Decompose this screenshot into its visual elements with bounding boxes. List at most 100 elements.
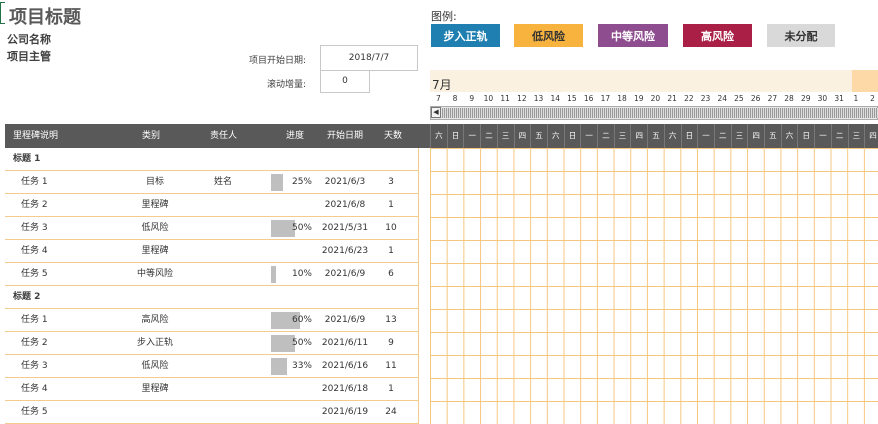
weekday-label: 一 <box>580 124 597 148</box>
section-title[interactable]: 标题 2 <box>13 286 40 308</box>
task-name[interactable]: 任务 4 <box>21 378 48 400</box>
day-number: 24 <box>717 94 727 103</box>
task-category[interactable]: 里程碑 <box>123 194 187 216</box>
task-start-date[interactable]: 2021/6/18 <box>317 378 373 400</box>
task-days[interactable]: 1 <box>377 378 405 400</box>
scroll-left-button[interactable]: ◀ <box>431 107 441 118</box>
task-name[interactable]: 任务 1 <box>21 171 48 193</box>
project-manager[interactable]: 项目主管 <box>7 48 51 64</box>
table-row: 任务 4 里程碑 2021/6/18 1 <box>5 378 418 401</box>
weekday-label: 日 <box>446 124 464 148</box>
start-date-label: 项目开始日期: <box>248 56 306 66</box>
task-name[interactable]: 任务 5 <box>21 263 48 285</box>
page-title[interactable]: 项目标题 <box>9 3 81 29</box>
task-start-date[interactable]: 2021/6/3 <box>317 171 373 193</box>
weekday-label: 二 <box>713 124 731 148</box>
weekday-label: 一 <box>697 124 714 148</box>
weekday-label: 二 <box>480 124 497 148</box>
task-start-date[interactable]: 2021/6/8 <box>317 194 373 216</box>
task-progress[interactable]: 60% <box>280 309 312 331</box>
task-start-date[interactable]: 2021/6/19 <box>317 401 373 423</box>
task-progress[interactable]: 50% <box>280 332 312 354</box>
weekday-label: 日 <box>680 124 698 148</box>
scroll-increment-input[interactable]: 0 <box>320 70 370 93</box>
legend-item: 中等风险 <box>598 24 668 47</box>
task-category[interactable]: 高风险 <box>123 309 187 331</box>
col-header-owner: 责任人 <box>210 131 238 141</box>
month-band <box>430 70 878 92</box>
day-number: 14 <box>550 94 560 103</box>
task-name[interactable]: 任务 4 <box>21 240 48 262</box>
weekday-label: 六 <box>430 124 447 148</box>
task-category[interactable]: 低风险 <box>123 217 187 239</box>
day-number: 17 <box>600 94 611 103</box>
task-days[interactable]: 6 <box>377 263 405 285</box>
task-name[interactable]: 任务 5 <box>21 401 48 423</box>
task-start-date[interactable]: 2021/5/31 <box>317 217 373 239</box>
day-number: 21 <box>667 94 677 103</box>
weekday-label: 六 <box>780 124 798 148</box>
task-days[interactable]: 11 <box>377 355 405 377</box>
day-number: 16 <box>583 94 594 103</box>
task-start-date[interactable]: 2021/6/16 <box>317 355 373 377</box>
timeline-scroll-thumb[interactable] <box>442 108 878 118</box>
start-date-input[interactable]: 2018/7/7 <box>320 45 418 71</box>
table-row: 任务 2 里程碑 2021/6/8 1 <box>5 194 418 217</box>
task-start-date[interactable]: 2021/6/23 <box>317 240 373 262</box>
task-days[interactable]: 1 <box>377 194 405 216</box>
day-number: 13 <box>533 94 544 103</box>
weekday-label: 三 <box>613 124 631 148</box>
task-progress[interactable]: 10% <box>280 263 312 285</box>
task-category[interactable]: 里程碑 <box>123 240 187 262</box>
task-days[interactable]: 3 <box>377 171 405 193</box>
table-row: 任务 1 目标 姓名 25% 2021/6/3 3 <box>5 171 418 194</box>
task-progress[interactable] <box>280 194 312 216</box>
legend-item: 低风险 <box>514 24 583 47</box>
task-category[interactable]: 低风险 <box>123 355 187 377</box>
day-number: 31 <box>834 94 844 103</box>
weekday-label: 五 <box>647 124 664 148</box>
day-number: 30 <box>817 94 828 103</box>
section-row: 标题 1 <box>5 148 418 171</box>
weekday-label: 一 <box>463 124 480 148</box>
task-start-date[interactable]: 2021/6/9 <box>317 263 373 285</box>
task-progress[interactable] <box>280 378 312 400</box>
task-days[interactable]: 10 <box>377 217 405 239</box>
task-name[interactable]: 任务 1 <box>21 309 48 331</box>
task-progress[interactable]: 33% <box>280 355 312 377</box>
task-days[interactable]: 24 <box>377 401 405 423</box>
company-name[interactable]: 公司名称 <box>7 31 51 47</box>
task-category[interactable] <box>123 401 187 423</box>
task-progress[interactable]: 25% <box>280 171 312 193</box>
day-number: 11 <box>500 94 510 103</box>
legend-item: 步入正轨 <box>431 24 500 47</box>
task-progress[interactable]: 50% <box>280 217 312 239</box>
gantt-grid[interactable] <box>430 148 878 424</box>
task-category[interactable]: 中等风险 <box>123 263 187 285</box>
task-days[interactable]: 1 <box>377 240 405 262</box>
day-number-row: 7 8 9 10 11 12 13 14 15 16 17 18 19 20 21 22 23 24 25 26 27 2… <box>430 93 878 104</box>
section-title[interactable]: 标题 1 <box>13 148 40 170</box>
task-progress[interactable] <box>280 401 312 423</box>
task-name[interactable]: 任务 2 <box>21 194 48 216</box>
day-number: 23 <box>700 94 711 103</box>
task-owner[interactable]: 姓名 <box>214 171 232 193</box>
section-row: 标题 2 <box>5 286 418 309</box>
task-name[interactable]: 任务 3 <box>21 217 48 239</box>
task-start-date[interactable]: 2021/6/11 <box>317 332 373 354</box>
day-number: 26 <box>750 94 761 103</box>
weekday-label: 六 <box>546 124 564 148</box>
task-days[interactable]: 9 <box>377 332 405 354</box>
task-name[interactable]: 任务 3 <box>21 355 48 377</box>
task-category[interactable]: 步入正轨 <box>123 332 187 354</box>
day-number: 1 <box>853 94 859 103</box>
day-number: 27 <box>767 94 778 103</box>
task-category[interactable]: 目标 <box>123 171 187 193</box>
task-days[interactable]: 13 <box>377 309 405 331</box>
task-progress[interactable] <box>280 240 312 262</box>
task-category[interactable]: 里程碑 <box>123 378 187 400</box>
weekday-label: 日 <box>563 124 581 148</box>
task-name[interactable]: 任务 2 <box>21 332 48 354</box>
task-start-date[interactable]: 2021/6/9 <box>317 309 373 331</box>
table-row: 任务 2 步入正轨 50% 2021/6/11 9 <box>5 332 418 355</box>
